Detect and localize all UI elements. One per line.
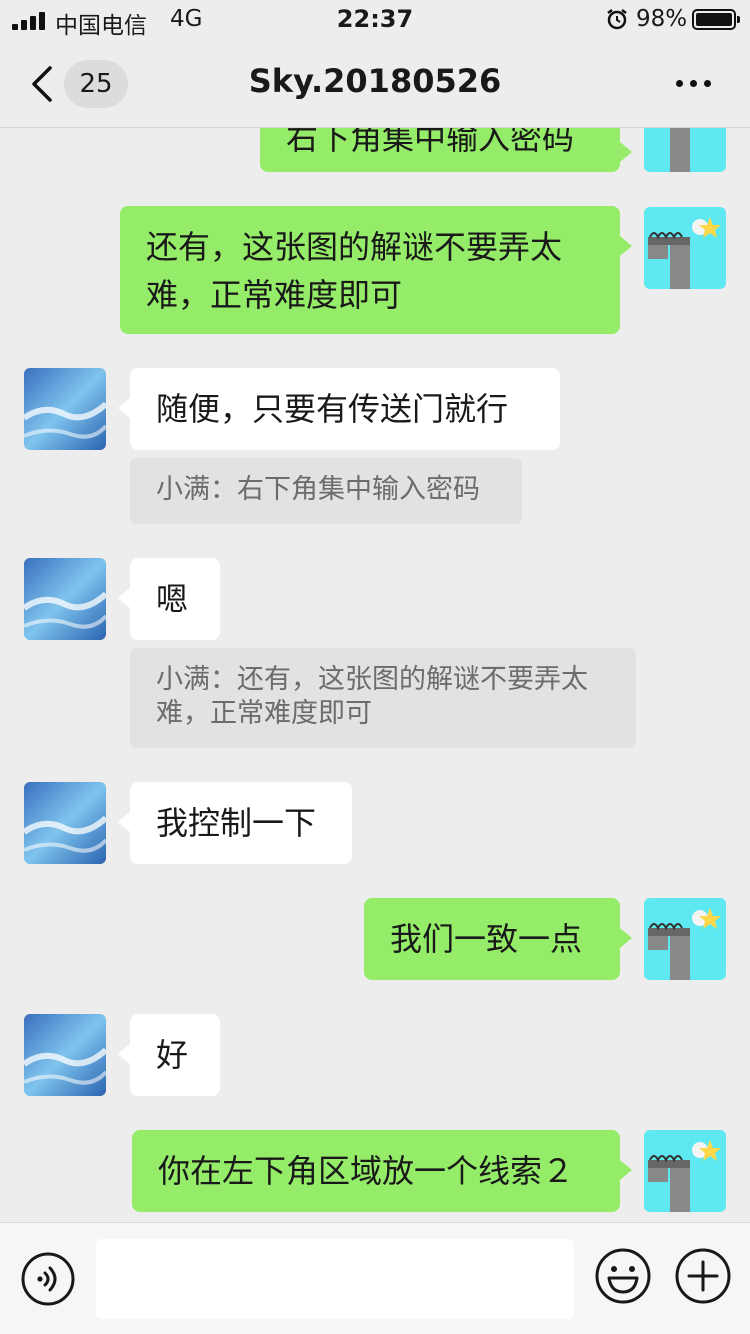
quoted-message[interactable]: 小满：还有，这张图的解谜不要弄太难，正常难度即可 — [130, 648, 636, 748]
message-bubble-incoming[interactable]: 我控制一下 — [118, 782, 352, 864]
my-avatar-image — [644, 207, 726, 289]
contact-avatar[interactable] — [24, 1014, 106, 1096]
status-bar: 中国电信 4G 22:37 98% — [0, 0, 750, 40]
message-text: 还有，这张图的解谜不要弄太难，正常难度即可 — [146, 228, 563, 314]
chat-header: 25 Sky.20180526 — [0, 40, 750, 128]
contact-avatar-image — [24, 782, 106, 864]
contact-avatar[interactable] — [24, 558, 106, 640]
message-text: 随便，只要有传送门就行 — [156, 390, 509, 428]
my-avatar[interactable] — [644, 898, 726, 980]
alarm-icon — [607, 9, 627, 30]
my-avatar-image — [644, 1130, 726, 1212]
battery-percent: 98% — [636, 6, 688, 32]
message-bubble-outgoing[interactable]: 还有，这张图的解谜不要弄太难，正常难度即可 — [120, 206, 632, 334]
message-text: 我控制一下 — [156, 804, 317, 842]
contact-avatar-image — [24, 1014, 106, 1096]
message-text: 嗯 — [156, 580, 189, 618]
message-text: 你在左下角区域放一个线索２ — [158, 1152, 575, 1190]
contact-avatar[interactable] — [24, 782, 106, 864]
message-text: 我们一致一点 — [390, 920, 583, 958]
my-avatar[interactable] — [644, 207, 726, 289]
more-dots-icon[interactable] — [676, 80, 712, 88]
plus-circle-icon[interactable] — [674, 1247, 732, 1305]
voice-icon[interactable] — [20, 1251, 76, 1307]
battery-icon — [692, 9, 740, 30]
input-toolbar — [0, 1222, 750, 1334]
message-bubble-incoming[interactable]: 嗯 — [118, 558, 220, 640]
emoji-icon[interactable] — [594, 1247, 652, 1305]
message-bubble-outgoing[interactable]: 你在左下角区域放一个线索２ — [132, 1130, 632, 1212]
contact-avatar-image — [24, 368, 106, 450]
contact-avatar[interactable] — [24, 368, 106, 450]
my-avatar-image — [644, 898, 726, 980]
my-avatar[interactable] — [644, 1130, 726, 1212]
contact-avatar-image — [24, 558, 106, 640]
message-text: 好 — [156, 1036, 189, 1074]
message-input[interactable] — [96, 1239, 574, 1319]
message-bubble-incoming[interactable]: 随便，只要有传送门就行 — [118, 368, 560, 450]
chat-title: Sky.20180526 — [248, 62, 502, 100]
message-list[interactable]: 右下角集中输入密码 还有，这张图的解谜不要弄太难，正常难度即可 随便，只要有传送… — [0, 0, 750, 1222]
quote-text: 小满：还有，这张图的解谜不要弄太难，正常难度即可 — [156, 664, 588, 729]
quoted-message[interactable]: 小满：右下角集中输入密码 — [130, 458, 522, 524]
message-bubble-incoming[interactable]: 好 — [118, 1014, 220, 1096]
message-bubble-outgoing[interactable]: 我们一致一点 — [364, 898, 632, 980]
quote-text: 小满：右下角集中输入密码 — [156, 474, 480, 505]
